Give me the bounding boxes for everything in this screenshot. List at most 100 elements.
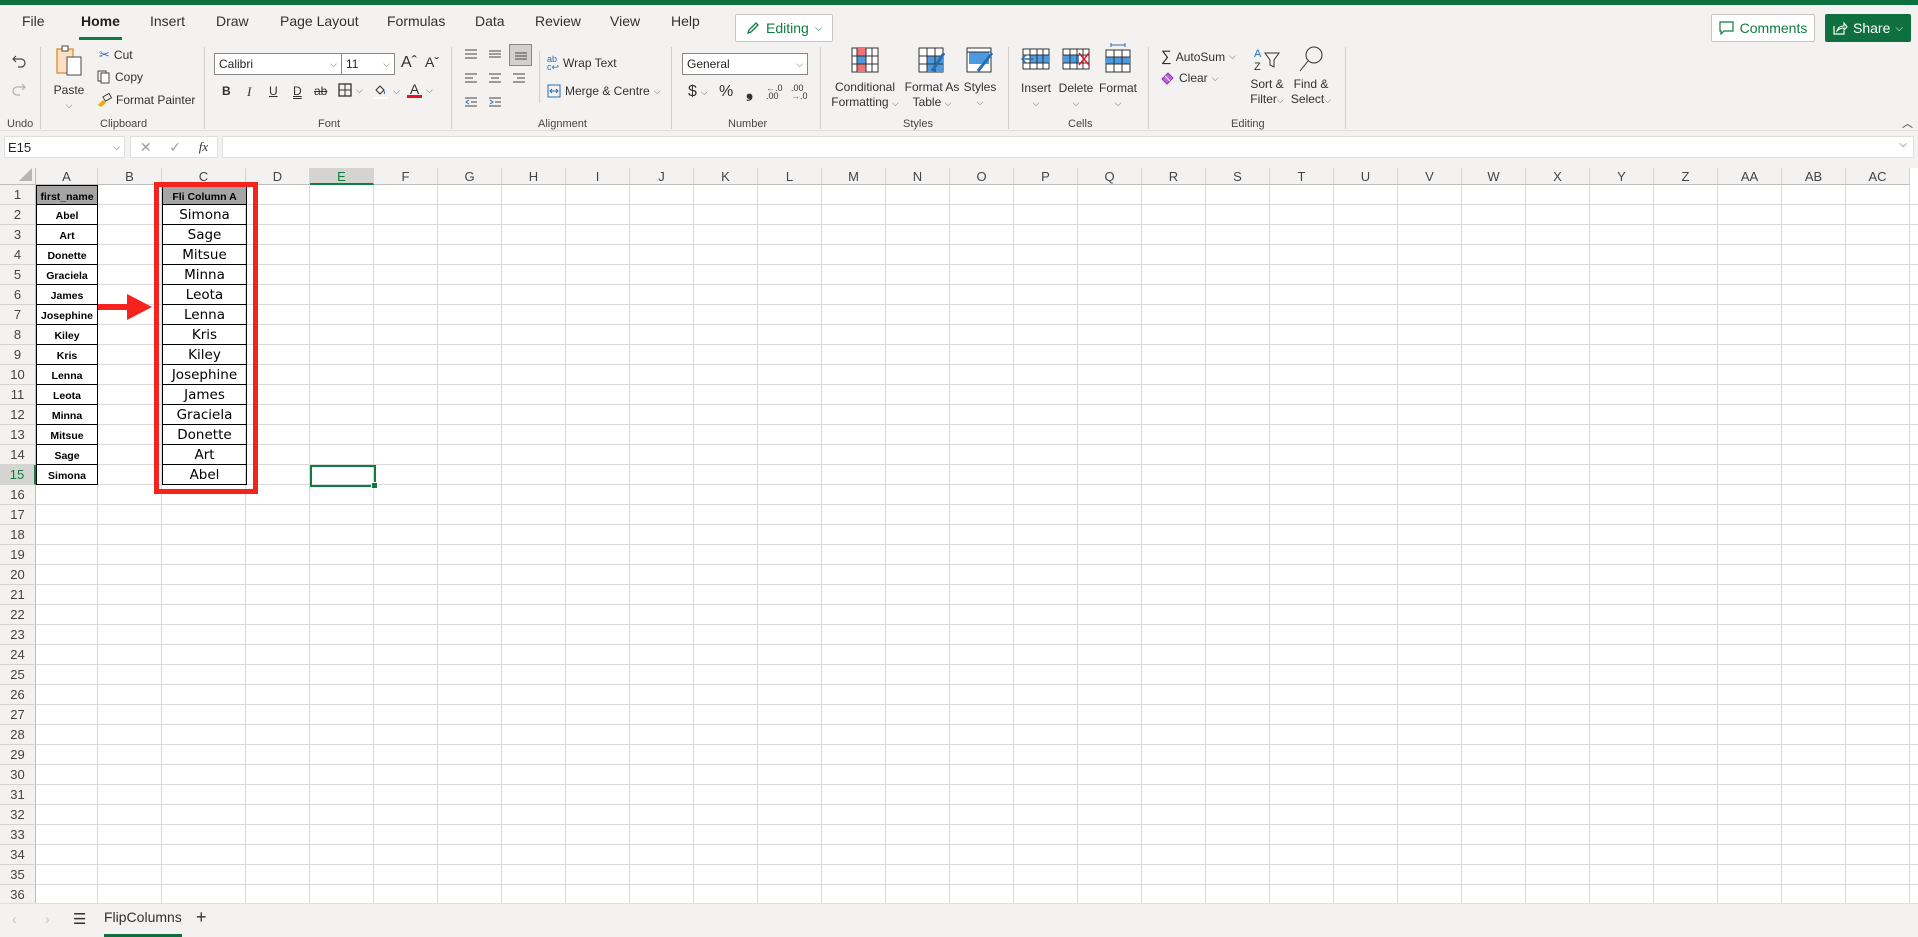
cell-a13[interactable]: Mitsue: [36, 425, 98, 445]
row-header-31[interactable]: 31: [0, 785, 36, 805]
column-header-i[interactable]: I: [566, 168, 630, 185]
row-header-22[interactable]: 22: [0, 605, 36, 625]
column-header-t[interactable]: T: [1270, 168, 1334, 185]
tab-home[interactable]: Home: [79, 13, 122, 40]
column-header-b[interactable]: B: [98, 168, 162, 185]
row-header-16[interactable]: 16: [0, 485, 36, 505]
column-header-v[interactable]: V: [1398, 168, 1462, 185]
cell-a7[interactable]: Josephine: [36, 305, 98, 325]
cell-a12[interactable]: Minna: [36, 405, 98, 425]
row-header-34[interactable]: 34: [0, 845, 36, 865]
row-header-18[interactable]: 18: [0, 525, 36, 545]
cell-a10[interactable]: Lenna: [36, 365, 98, 385]
comments-button[interactable]: Comments: [1711, 14, 1815, 42]
name-box[interactable]: E15 ⌵: [4, 136, 125, 158]
tab-data[interactable]: Data: [475, 13, 505, 29]
share-button[interactable]: Share ⌵: [1825, 14, 1911, 42]
strikethrough-button[interactable]: ab: [314, 84, 327, 98]
copy-button[interactable]: Copy: [97, 70, 143, 84]
cell-a3[interactable]: Art: [36, 225, 98, 245]
cell-styles-button[interactable]: Styles ⌵: [962, 47, 998, 110]
row-header-25[interactable]: 25: [0, 665, 36, 685]
expand-formula-icon[interactable]: ⌵: [1899, 139, 1907, 150]
column-header-g[interactable]: G: [438, 168, 502, 185]
double-underline-button[interactable]: D: [293, 84, 302, 98]
row-header-5[interactable]: 5: [0, 265, 36, 285]
redo-button[interactable]: [11, 81, 27, 97]
delete-cells-button[interactable]: Delete ⌵: [1057, 47, 1095, 111]
tab-help[interactable]: Help: [671, 13, 700, 29]
column-header-s[interactable]: S: [1206, 168, 1270, 185]
insert-cells-button[interactable]: Insert ⌵: [1018, 47, 1054, 111]
tab-file[interactable]: File: [22, 13, 45, 29]
tab-page-layout[interactable]: Page Layout: [280, 13, 359, 29]
bold-button[interactable]: B: [222, 84, 231, 98]
italic-button[interactable]: I: [247, 84, 251, 100]
column-header-u[interactable]: U: [1334, 168, 1398, 185]
align-center-button[interactable]: [488, 72, 502, 84]
row-header-19[interactable]: 19: [0, 545, 36, 565]
prev-sheet-icon[interactable]: ‹: [12, 911, 17, 927]
cell-a5[interactable]: Graciela: [36, 265, 98, 285]
column-header-p[interactable]: P: [1014, 168, 1078, 185]
formula-input[interactable]: ⌵: [222, 136, 1914, 158]
column-header-j[interactable]: J: [630, 168, 694, 185]
number-format-select[interactable]: General ⌵: [682, 53, 808, 75]
font-name-select[interactable]: Calibri ⌵: [214, 53, 342, 75]
sort-filter-button[interactable]: AZ Sort & Filter⌵: [1246, 45, 1288, 108]
row-header-23[interactable]: 23: [0, 625, 36, 645]
align-right-button[interactable]: [512, 72, 526, 84]
cell-a9[interactable]: Kris: [36, 345, 98, 365]
find-select-button[interactable]: Find & Select⌵: [1289, 45, 1333, 108]
column-header-x[interactable]: X: [1526, 168, 1590, 185]
column-header-ac[interactable]: AC: [1846, 168, 1910, 185]
row-header-26[interactable]: 26: [0, 685, 36, 705]
format-as-table-button[interactable]: Format As Table ⌵: [904, 47, 960, 111]
column-header-aa[interactable]: AA: [1718, 168, 1782, 185]
row-header-30[interactable]: 30: [0, 765, 36, 785]
autosum-button[interactable]: ∑ AutoSum ⌵: [1161, 48, 1236, 65]
cell-a14[interactable]: Sage: [36, 445, 98, 465]
decrease-decimal-button[interactable]: .00 →.0: [791, 84, 808, 101]
all-sheets-menu-icon[interactable]: ☰: [73, 910, 86, 928]
row-header-8[interactable]: 8: [0, 325, 36, 345]
sheet-tab-flipcolumns[interactable]: FlipColumns: [104, 909, 182, 937]
row-header-13[interactable]: 13: [0, 425, 36, 445]
row-header-11[interactable]: 11: [0, 385, 36, 405]
row-header-12[interactable]: 12: [0, 405, 36, 425]
increase-decimal-button[interactable]: ←.0.00: [766, 84, 783, 101]
next-sheet-icon[interactable]: ›: [45, 911, 50, 927]
align-top-button[interactable]: [464, 48, 478, 60]
cut-button[interactable]: ✂ Cut: [99, 47, 133, 63]
column-header-l[interactable]: L: [758, 168, 822, 185]
column-header-r[interactable]: R: [1142, 168, 1206, 185]
undo-button[interactable]: [11, 53, 27, 69]
row-header-21[interactable]: 21: [0, 585, 36, 605]
column-header-m[interactable]: M: [822, 168, 886, 185]
row-header-2[interactable]: 2: [0, 205, 36, 225]
align-left-button[interactable]: [464, 72, 478, 84]
row-header-35[interactable]: 35: [0, 865, 36, 885]
fill-color-button[interactable]: ⌵: [373, 83, 400, 99]
borders-button[interactable]: ⌵: [338, 83, 363, 97]
align-middle-button[interactable]: [488, 48, 502, 60]
selected-cell-e15[interactable]: [310, 465, 378, 489]
column-header-o[interactable]: O: [950, 168, 1014, 185]
tab-formulas[interactable]: Formulas: [387, 13, 445, 29]
row-header-27[interactable]: 27: [0, 705, 36, 725]
tab-insert[interactable]: Insert: [150, 13, 185, 29]
cancel-icon[interactable]: ✕: [140, 139, 152, 156]
collapse-ribbon-button[interactable]: ︿: [1902, 115, 1913, 131]
row-header-7[interactable]: 7: [0, 305, 36, 325]
tab-view[interactable]: View: [610, 13, 640, 29]
decrease-font-size-button[interactable]: Aˇ: [425, 54, 439, 70]
column-header-f[interactable]: F: [374, 168, 438, 185]
wrap-text-button[interactable]: ab c↩ Wrap Text: [547, 55, 617, 72]
cell-a15[interactable]: Simona: [36, 465, 98, 485]
increase-font-size-button[interactable]: Aˆ: [401, 54, 417, 72]
merge-centre-button[interactable]: Merge & Centre ⌵: [547, 84, 661, 98]
column-header-y[interactable]: Y: [1590, 168, 1654, 185]
cell-a4[interactable]: Donette: [36, 245, 98, 265]
spreadsheet-grid[interactable]: A B C D E F G H I J K L M N O P Q R S T U V W X Y Z AA AB AC 1234567…: [0, 168, 1918, 903]
row-header-32[interactable]: 32: [0, 805, 36, 825]
